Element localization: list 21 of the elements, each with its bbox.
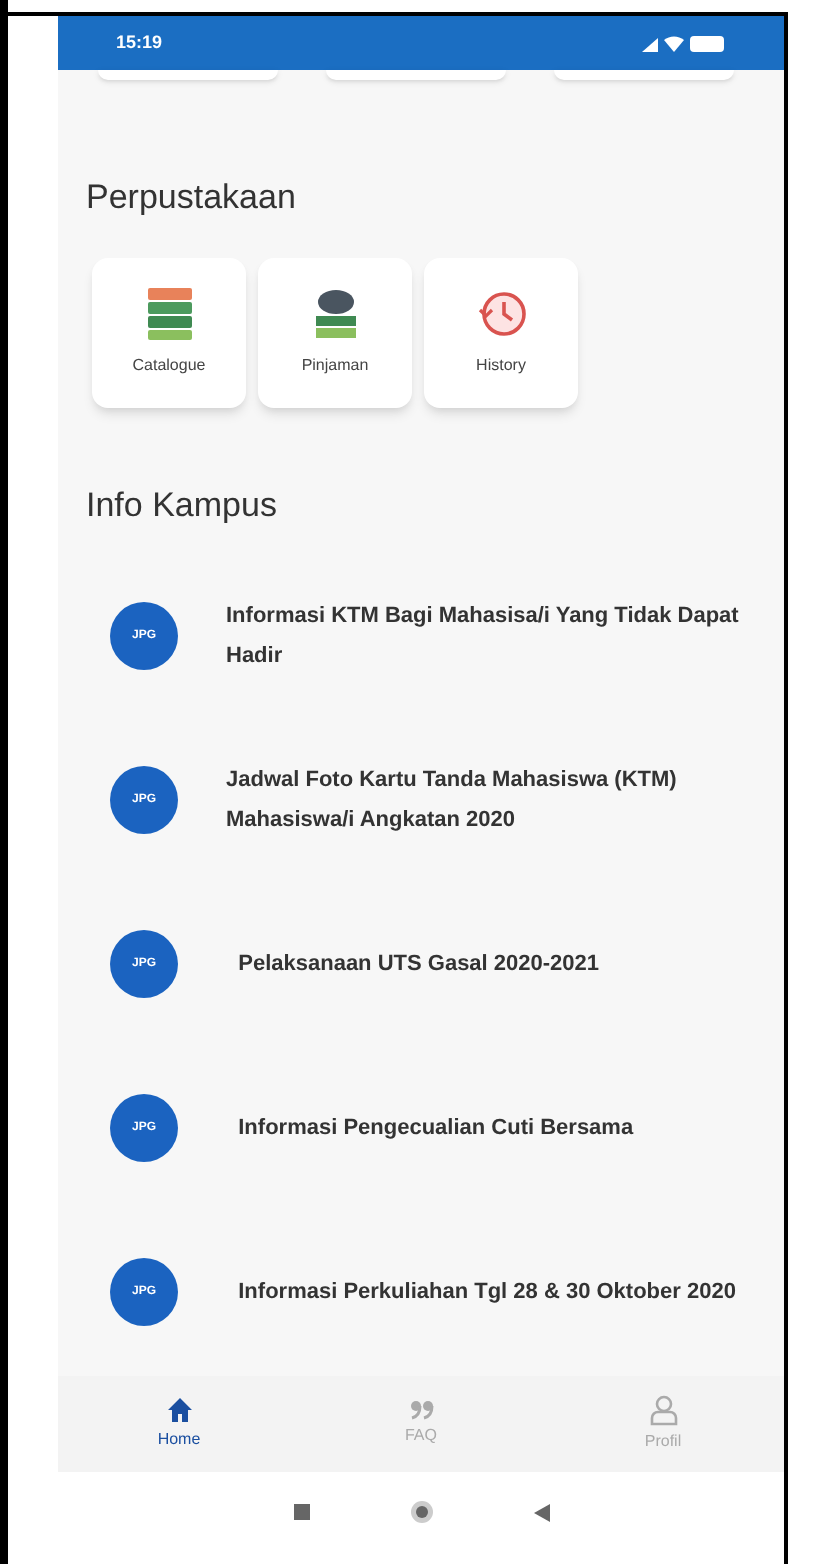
library-menu-card[interactable]: History — [424, 257, 578, 407]
section-heading: Perpustakaan — [86, 176, 298, 220]
history-icon — [475, 286, 527, 342]
home-button-icon[interactable] — [409, 1500, 433, 1524]
home-icon — [165, 1396, 193, 1424]
news-title: Jadwal Foto Kartu Tanda Mahasiswa (KTM) Mahasiswa/i Angkatan 2020 — [226, 766, 679, 836]
profile-icon — [649, 1394, 677, 1426]
status-time: 15:19 — [116, 29, 163, 56]
quote-icon — [409, 1400, 433, 1420]
news-title: Informasi KTM Bagi Mahasisa/i Yang Tidak Dapat Hadir — [226, 602, 741, 672]
library-menu-card[interactable]: Catalogue — [92, 257, 246, 407]
news-title: Informasi Pengecualian Cuti Bersama — [236, 1114, 634, 1144]
news-title: Pelaksanaan UTS Gasal 2020-2021 — [236, 950, 600, 980]
nav-tab[interactable]: Home — [119, 1396, 239, 1452]
news-title: Informasi Perkuliahan Tgl 28 & 30 Oktober 2020 — [236, 1278, 736, 1308]
back-icon[interactable] — [533, 1503, 549, 1521]
section-heading: Info Kampus — [86, 483, 279, 527]
recents-icon[interactable] — [293, 1504, 309, 1520]
library-menu-card[interactable]: Pinjaman — [258, 257, 412, 407]
status-icons — [642, 33, 726, 53]
books-icon — [143, 286, 195, 342]
